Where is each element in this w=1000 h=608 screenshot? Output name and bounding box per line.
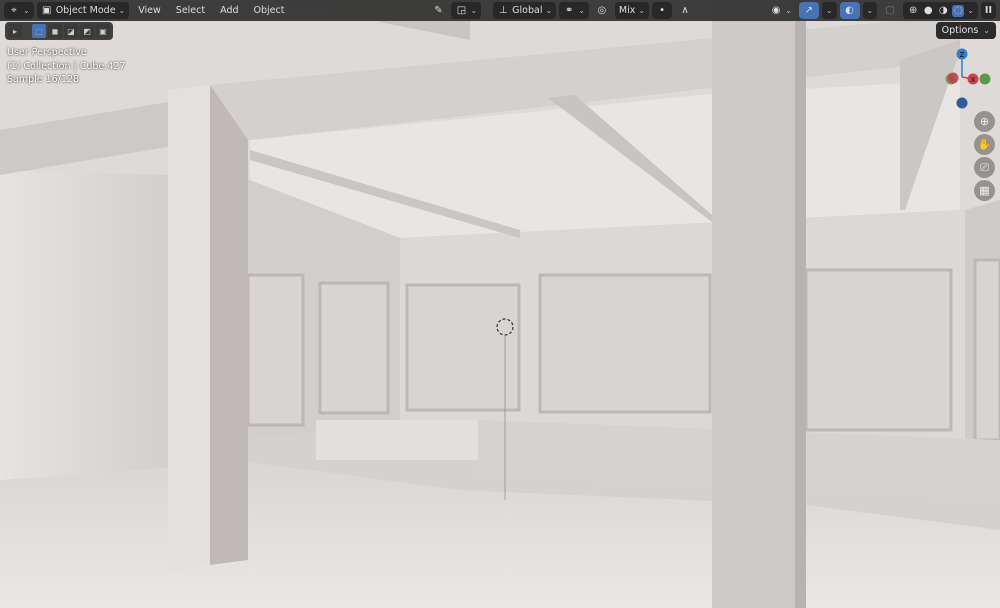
gizmo-dropdown[interactable]: ⌄ [821, 2, 837, 19]
overlay-dropdown[interactable]: ⌄ [862, 2, 878, 19]
gizmo-toggle[interactable]: ↗ [798, 2, 819, 19]
object-mode-icon: ▣ [41, 4, 52, 16]
visibility-button[interactable]: ◉ ⌄ [766, 2, 796, 19]
pivot-point-button[interactable]: ◲ ⌄ [451, 2, 482, 19]
zoom-icon: ⊕ [979, 115, 990, 128]
chevron-down-icon: ⌄ [983, 26, 990, 35]
navigation-gizmo[interactable]: Y X Z [930, 44, 1000, 114]
tool-header: ▸ ⬚ ◼ ◪ ◩ ▣ [5, 22, 113, 40]
orientation-axes-icon: ⊥ [498, 4, 508, 16]
select-new-icon[interactable]: ⬚ [32, 24, 46, 38]
select-invert-icon[interactable]: ◩ [80, 24, 94, 38]
select-intersect-icon[interactable]: ▣ [96, 24, 110, 38]
eyedropper-icon: ✎ [434, 4, 443, 16]
transform-orientation-select[interactable]: ⊥ Global ⌄ [493, 2, 557, 19]
options-button[interactable]: Options ⌄ [935, 22, 996, 39]
select-subtract-icon[interactable]: ◪ [64, 24, 78, 38]
perspective-toggle-button[interactable]: ▦ [974, 180, 995, 201]
viewport-info: User Perspective (1) Collection | Cube.4… [7, 46, 125, 87]
rendered-icon[interactable]: ◌ [952, 4, 965, 17]
wireframe-icon[interactable]: ⊕ [907, 5, 919, 17]
pause-render-button[interactable]: II [980, 2, 996, 19]
3d-viewport-icon: ⌖ [11, 4, 17, 16]
mode-select[interactable]: ▣ Object Mode ⌄ [36, 2, 130, 19]
dot-icon: • [659, 4, 666, 16]
gizmo-icon: ↗ [804, 4, 813, 16]
proportional-toggle[interactable]: • [652, 2, 673, 19]
active-object: (1) Collection | Cube.427 [7, 60, 126, 72]
chevron-down-icon: ⌄ [23, 6, 30, 15]
gizmo-x-label: X [971, 76, 976, 84]
xray-toggle[interactable]: ▢ [880, 2, 900, 19]
shading-modes[interactable]: ⊕ ● ◑ ◌ ⌄ [903, 2, 978, 19]
proportional-edit-button[interactable]: ◎ [592, 2, 612, 19]
render-sample: Sample 16/128 [7, 74, 80, 85]
view-name: User Perspective [7, 47, 87, 58]
pivot-icon: ◲ [456, 4, 467, 16]
viewport-header: ⌖ ⌄ ▣ Object Mode ⌄ View Select Add Object … [0, 0, 1000, 21]
link-icon: ⚭ [564, 4, 574, 16]
falloff-select[interactable]: Mix ⌄ [614, 2, 650, 19]
eye-icon: ◉ [771, 4, 781, 16]
hand-icon: ✋ [977, 138, 992, 151]
menu-select[interactable]: Select [170, 5, 211, 16]
editor-type-button[interactable]: ⌖ ⌄ [4, 2, 34, 19]
grid-icon: ▦ [979, 184, 990, 197]
xray-icon: ▢ [885, 4, 895, 16]
proportional-icon: ◎ [597, 4, 607, 16]
material-preview-icon[interactable]: ◑ [937, 5, 949, 17]
chevron-down-icon: ⌄ [118, 6, 126, 15]
overlay-toggle[interactable]: ◐ [839, 2, 860, 19]
falloff-curve-button[interactable]: ∧ [675, 2, 695, 19]
solid-icon[interactable]: ● [922, 5, 934, 17]
gizmo-z-label: Z [960, 51, 965, 59]
viewport-render[interactable] [0, 0, 1000, 608]
tweak-tool-icon[interactable]: ▸ [8, 24, 22, 38]
pan-view-button[interactable]: ✋ [974, 134, 995, 155]
camera-icon: ⎚ [980, 160, 989, 174]
select-extend-icon[interactable]: ◼ [48, 24, 62, 38]
eyedropper-button[interactable]: ✎ [428, 2, 448, 19]
overlay-icon: ◐ [845, 4, 854, 16]
zoom-view-button[interactable]: ⊕ [974, 111, 995, 132]
menu-view[interactable]: View [132, 5, 167, 16]
menu-object[interactable]: Object [248, 5, 291, 16]
snap-button[interactable]: ⚭ ⌄ [559, 2, 589, 19]
camera-view-button[interactable]: ⎚ [974, 157, 995, 178]
menu-add[interactable]: Add [214, 5, 244, 16]
curve-icon: ∧ [681, 4, 689, 16]
